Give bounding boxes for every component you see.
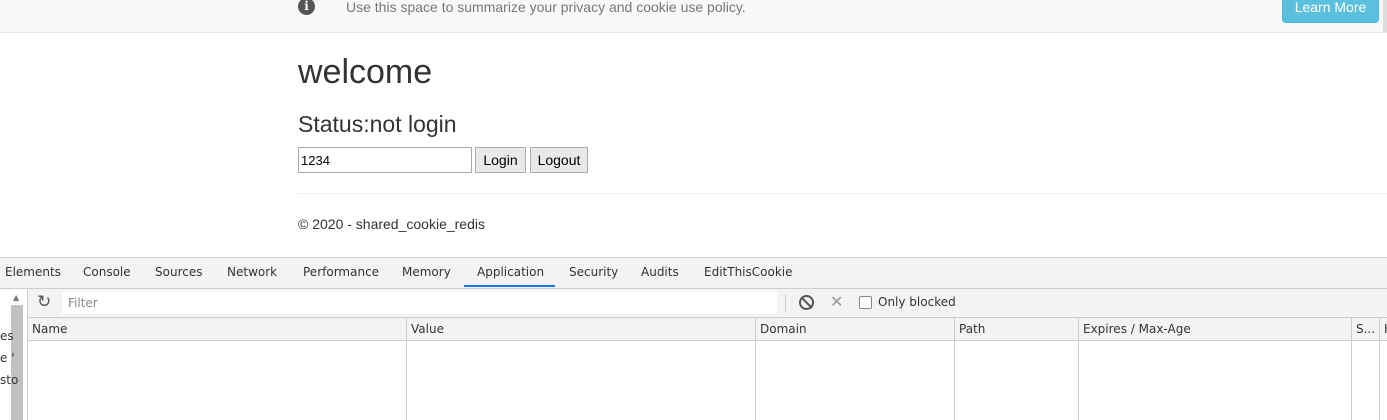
column-divider xyxy=(1351,340,1352,420)
tab-application[interactable]: Application xyxy=(477,258,544,288)
column-divider xyxy=(1078,340,1079,420)
logout-button[interactable]: Logout xyxy=(530,147,588,173)
sidebar-item-fragment[interactable]: sto xyxy=(0,373,18,387)
status-label: Status: xyxy=(298,111,370,137)
user-id-input[interactable] xyxy=(298,147,472,173)
column-size[interactable]: S... xyxy=(1351,318,1379,340)
info-icon: i xyxy=(298,0,315,15)
tab-memory[interactable]: Memory xyxy=(402,258,451,288)
refresh-icon[interactable]: ↻ xyxy=(37,292,51,312)
column-divider xyxy=(755,340,756,420)
tab-security[interactable]: Security xyxy=(569,258,618,288)
column-path[interactable]: Path xyxy=(954,318,1078,340)
divider xyxy=(298,193,1387,194)
column-domain[interactable]: Domain xyxy=(755,318,954,340)
clear-icon[interactable]: ✕ xyxy=(830,292,843,312)
block-icon[interactable] xyxy=(799,295,814,310)
cookies-table-header: Name Value Domain Path Expires / Max-Age… xyxy=(28,318,1387,341)
only-blocked-checkbox[interactable] xyxy=(859,296,872,309)
tab-console[interactable]: Console xyxy=(83,258,131,288)
application-sidebar: ▲ es e ' sto xyxy=(0,289,28,420)
column-value[interactable]: Value xyxy=(406,318,755,340)
scroll-up-icon[interactable]: ▲ xyxy=(13,293,19,302)
tab-elements[interactable]: Elements xyxy=(5,258,61,288)
column-httponly[interactable]: H xyxy=(1379,318,1387,340)
tab-performance[interactable]: Performance xyxy=(303,258,379,288)
devtools-tab-bar: Elements Console Sources Network Perform… xyxy=(0,258,1387,289)
banner-edge xyxy=(1383,0,1387,32)
status-value: not login xyxy=(369,111,457,137)
footer-copyright: © 2020 - shared_cookie_redis xyxy=(298,216,485,232)
login-button[interactable]: Login xyxy=(475,147,526,173)
column-expires[interactable]: Expires / Max-Age xyxy=(1078,318,1351,340)
tab-network[interactable]: Network xyxy=(227,258,277,288)
column-divider xyxy=(406,340,407,420)
learn-more-button[interactable]: Learn More xyxy=(1282,0,1379,23)
cookies-toolbar: ↻ ✕ Only blocked xyxy=(28,289,1387,318)
active-tab-indicator xyxy=(464,285,555,287)
cookie-consent-message: Use this space to summarize your privacy… xyxy=(346,0,746,15)
cookies-table: Name Value Domain Path Expires / Max-Age… xyxy=(28,318,1387,420)
toolbar-divider xyxy=(785,294,786,312)
column-divider xyxy=(954,340,955,420)
status-text: Status:not login xyxy=(298,111,457,137)
devtools-panel: Elements Console Sources Network Perform… xyxy=(0,257,1387,420)
tab-audits[interactable]: Audits xyxy=(641,258,679,288)
sidebar-item-fragment[interactable]: es xyxy=(0,329,14,343)
cookie-consent-banner: i Use this space to summarize your priva… xyxy=(0,0,1387,33)
filter-input[interactable] xyxy=(62,292,777,314)
sidebar-item-fragment[interactable]: e ' xyxy=(0,351,15,365)
only-blocked-label: Only blocked xyxy=(878,295,956,309)
column-divider xyxy=(1379,340,1380,420)
tab-sources[interactable]: Sources xyxy=(155,258,202,288)
page-title: welcome xyxy=(298,53,433,91)
column-name[interactable]: Name xyxy=(28,318,406,340)
tab-editthiscookie[interactable]: EditThisCookie xyxy=(704,258,793,288)
